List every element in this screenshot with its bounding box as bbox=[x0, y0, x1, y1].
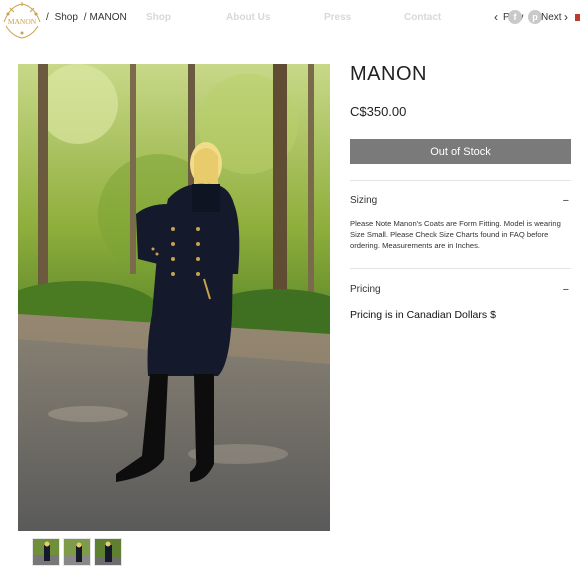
brand-logo[interactable]: MANON bbox=[0, 0, 44, 42]
next-arrow-icon[interactable]: › bbox=[564, 10, 568, 24]
sizing-description: Please Note Manon's Coats are Form Fitti… bbox=[350, 219, 561, 250]
breadcrumb-shop-link[interactable]: Shop bbox=[55, 12, 78, 23]
product-photo bbox=[18, 64, 330, 531]
sizing-section-header[interactable]: Sizing − bbox=[350, 195, 571, 207]
product-thumbnail[interactable] bbox=[94, 538, 122, 566]
next-link[interactable]: Next bbox=[541, 12, 562, 23]
nav-press-link[interactable]: Press bbox=[324, 12, 351, 23]
breadcrumb-separator: / bbox=[83, 12, 87, 23]
pricing-description: Pricing is in Canadian Dollars $ bbox=[350, 309, 496, 321]
breadcrumb: / Shop / MANON bbox=[46, 12, 130, 23]
cart-badge[interactable] bbox=[575, 14, 580, 21]
product-thumbnail[interactable] bbox=[32, 538, 60, 566]
facebook-icon[interactable]: f bbox=[508, 10, 522, 24]
pricing-section-header[interactable]: Pricing − bbox=[350, 284, 571, 296]
breadcrumb-separator: / bbox=[46, 12, 49, 23]
collapse-icon[interactable]: − bbox=[563, 195, 569, 207]
pinterest-icon[interactable]: p bbox=[528, 10, 542, 24]
product-thumbnail[interactable] bbox=[63, 538, 91, 566]
product-price: C$350.00 bbox=[350, 104, 407, 119]
thumbnail-strip bbox=[32, 538, 122, 566]
out-of-stock-button[interactable]: Out of Stock bbox=[350, 139, 571, 164]
nav-about-link[interactable]: About Us bbox=[226, 12, 270, 23]
product-main-image[interactable] bbox=[18, 64, 330, 531]
prev-arrow-icon[interactable]: ‹ bbox=[494, 10, 498, 24]
nav-shop-link[interactable]: Shop bbox=[146, 12, 171, 23]
sizing-heading: Sizing bbox=[350, 195, 378, 206]
collapse-icon[interactable]: − bbox=[563, 284, 569, 296]
logo-text: MANON bbox=[8, 17, 37, 26]
nav-contact-link[interactable]: Contact bbox=[404, 12, 441, 23]
pricing-heading: Pricing bbox=[350, 284, 381, 295]
divider bbox=[350, 268, 571, 269]
product-title: MANON bbox=[350, 63, 427, 85]
divider bbox=[350, 180, 571, 181]
breadcrumb-current: MANON bbox=[89, 12, 127, 23]
logo-emblem-icon: MANON bbox=[3, 2, 41, 39]
